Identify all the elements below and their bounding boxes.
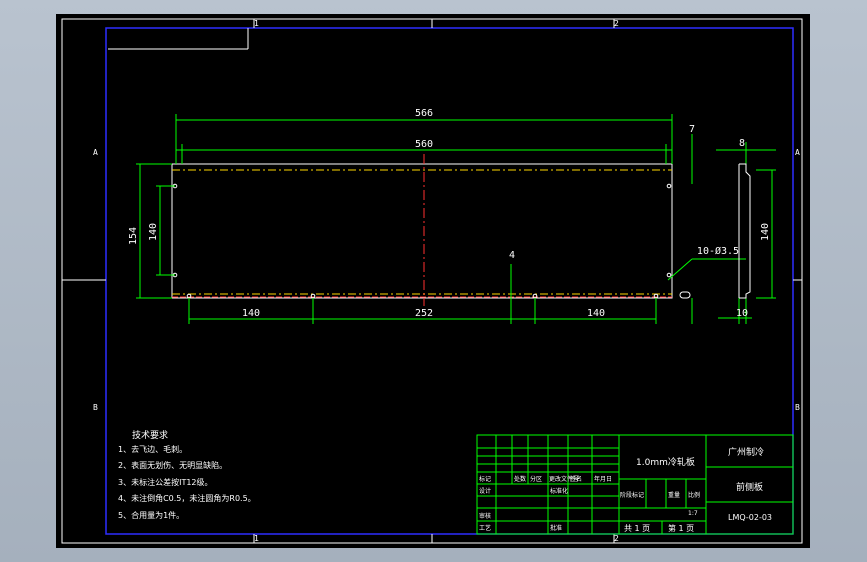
zone-letter-b-right: B [795,403,800,412]
role-review: 审核 [479,513,492,520]
note-5: 5、合用量为1件。 [118,511,185,520]
zone-number-1: 1 [254,19,259,28]
drawing-number-label: LMQ-02-03 [728,513,773,522]
note-4: 4、未注倒角C0.5，未注圆角为R0.5。 [118,494,256,503]
zone-number-1-bottom: 1 [254,534,259,543]
panel-outline [171,163,673,299]
header-zone: 分区 [530,476,543,483]
label-stage: 阶段标记 [620,492,645,499]
label-scale: 比例 [688,492,701,499]
side-view [738,163,751,299]
company-label: 广州制冷 [728,448,765,458]
notes-title: 技术要求 [132,431,169,441]
label-weight: 重量 [668,492,681,499]
zone-number-2-bottom: 2 [614,534,619,543]
holes [172,183,691,299]
note-1: 1、去飞边、毛刺。 [118,445,188,454]
dim-side-top: 8 [739,138,745,149]
drawing-sheet: 566 560 7 154 140 140 252 140 4 10-Ø3.5 … [56,14,810,548]
dim-hole-callout: 10-Ø3.5 [697,245,739,257]
part-name-label: 前侧板 [736,483,764,493]
dim-small-offset: 4 [509,250,515,261]
role-process: 工艺 [479,525,492,532]
dim-inner-width: 560 [415,139,433,150]
header-mark: 标记 [479,476,492,483]
scale-label: 1:7 [688,510,698,517]
dimension-lines [136,114,776,324]
zone-letter-b-left: B [93,403,98,412]
zone-letter-a-left: A [93,148,98,157]
dim-middle-spacing: 252 [415,308,433,319]
dim-offset-top: 7 [689,124,695,135]
label-approve: 批准 [550,525,563,532]
dim-side-bottom: 10 [736,308,748,319]
dim-height-outer: 154 [128,227,139,245]
material-label: 1.0mm冷轧板 [636,458,695,468]
dim-left-spacing: 140 [242,308,260,319]
header-date: 年月日 [594,476,613,483]
sheet-total-label: 共 1 页 [624,524,651,533]
header-count: 处数 [514,476,527,483]
note-3: 3、未标注公差按IT12级。 [118,478,213,487]
zone-number-2: 2 [614,19,619,28]
dim-height-inner: 140 [148,223,159,241]
header-signature: 签名 [570,476,583,483]
note-2: 2、表面无划伤、无明显缺陷。 [118,461,228,470]
dim-side-height: 140 [760,223,771,241]
label-standardize: 标准化 [550,488,569,495]
sheet-current-label: 第 1 页 [668,524,695,533]
zone-letter-a-right: A [795,148,800,157]
dim-right-spacing: 140 [587,308,605,319]
dim-overall-width: 566 [415,108,433,119]
role-design: 设计 [479,488,492,495]
